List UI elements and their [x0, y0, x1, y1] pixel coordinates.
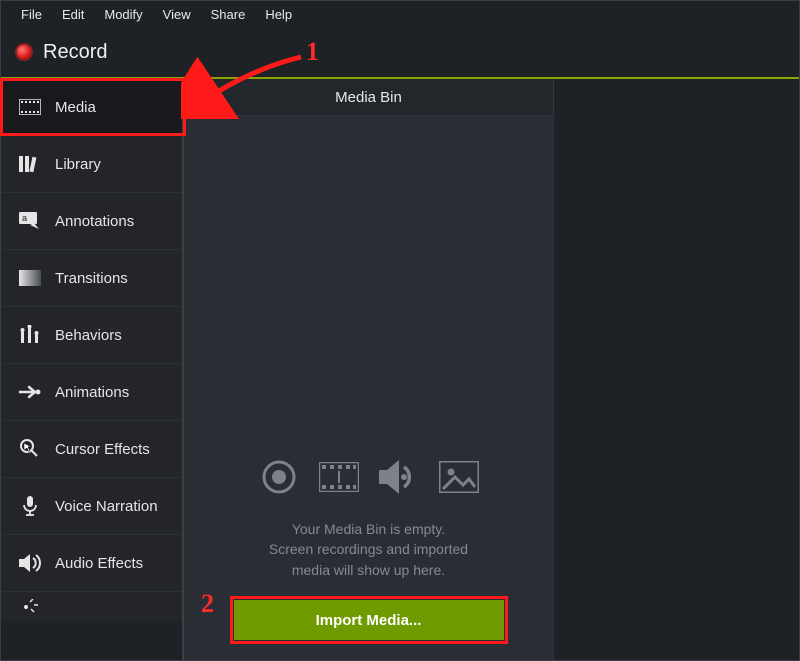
- sidebar-item-annotations[interactable]: a Annotations: [1, 193, 182, 250]
- media-bin-panel: Media Bin: [184, 79, 554, 660]
- sidebar-item-audio-effects[interactable]: Audio Effects: [1, 535, 182, 592]
- sidebar-item-label: Audio Effects: [55, 555, 182, 572]
- record-icon[interactable]: [15, 43, 33, 61]
- menu-file[interactable]: File: [11, 4, 52, 25]
- speaker-icon: [19, 552, 41, 574]
- sidebar-item-label: Transitions: [55, 270, 182, 287]
- image-large-icon: [439, 457, 479, 497]
- sidebar-item-label: Cursor Effects: [55, 441, 182, 458]
- empty-line-3: media will show up here.: [269, 560, 468, 580]
- filmstrip-icon: [19, 96, 41, 118]
- sidebar-item-label: Annotations: [55, 213, 182, 230]
- menubar: File Edit Modify View Share Help: [1, 1, 799, 27]
- gradient-icon: [19, 267, 41, 289]
- menu-edit[interactable]: Edit: [52, 4, 94, 25]
- empty-line-1: Your Media Bin is empty.: [269, 519, 468, 539]
- menu-help[interactable]: Help: [255, 4, 302, 25]
- arrow-right-icon: [19, 381, 41, 403]
- body: Media Library a: [1, 79, 799, 660]
- record-label[interactable]: Record: [43, 41, 107, 64]
- media-bin-empty-state: Your Media Bin is empty. Screen recordin…: [184, 116, 553, 660]
- menu-view[interactable]: View: [153, 4, 201, 25]
- sidebar-item-library[interactable]: Library: [1, 136, 182, 193]
- sidebar: Media Library a: [1, 79, 184, 660]
- media-type-icons: [259, 457, 479, 497]
- sidebar-item-animations[interactable]: Animations: [1, 364, 182, 421]
- sidebar-item-more[interactable]: [1, 592, 182, 622]
- sliders-icon: [19, 324, 41, 346]
- mic-icon: [19, 495, 41, 517]
- sidebar-item-label: Behaviors: [55, 327, 182, 344]
- sparkle-icon: [19, 596, 41, 618]
- record-row: Record: [1, 27, 799, 77]
- sidebar-item-label: Media: [55, 99, 182, 116]
- menu-share[interactable]: Share: [201, 4, 256, 25]
- sidebar-item-cursor-effects[interactable]: Cursor Effects: [1, 421, 182, 478]
- callout-icon: a: [19, 210, 41, 232]
- menu-modify[interactable]: Modify: [94, 4, 152, 25]
- sidebar-item-voice-narration[interactable]: Voice Narration: [1, 478, 182, 535]
- filmstrip-large-icon: [319, 457, 359, 497]
- import-media-button[interactable]: Import Media...: [234, 600, 504, 640]
- sidebar-item-label: Animations: [55, 384, 182, 401]
- sidebar-item-label: Library: [55, 156, 182, 173]
- sidebar-item-behaviors[interactable]: Behaviors: [1, 307, 182, 364]
- sidebar-item-transitions[interactable]: Transitions: [1, 250, 182, 307]
- svg-text:a: a: [22, 213, 27, 223]
- sidebar-item-label: Voice Narration: [55, 498, 182, 515]
- empty-line-2: Screen recordings and imported: [269, 539, 468, 559]
- record-circle-icon: [259, 457, 299, 497]
- preview-pane: [554, 79, 799, 660]
- cursor-magnify-icon: [19, 438, 41, 460]
- books-icon: [19, 153, 41, 175]
- sidebar-item-media[interactable]: Media: [1, 79, 182, 136]
- empty-text: Your Media Bin is empty. Screen recordin…: [269, 519, 468, 580]
- app-window: File Edit Modify View Share Help Record …: [0, 0, 800, 661]
- speaker-large-icon: [379, 457, 419, 497]
- media-bin-title: Media Bin: [184, 79, 553, 116]
